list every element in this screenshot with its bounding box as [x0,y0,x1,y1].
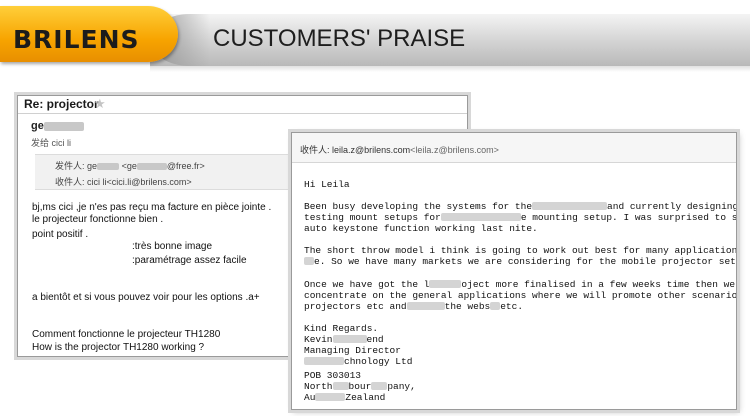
brand-logo-plate: BRILENS [0,6,178,62]
star-icon[interactable]: ★ [94,96,106,112]
redacted-block [97,163,120,171]
redacted-block [332,382,349,391]
signature-line: Kind Regards. [304,323,379,334]
body-line: testing mount setups for e mounting setup… [304,212,737,223]
header-banner: BRILENS CUSTOMERS' PRAISE [0,0,750,74]
redacted-block [315,393,346,402]
email-window-english: 收件人: leila.z@brilens.com<leila.z@brilens… [291,132,737,410]
signature-line: Au Zealand [304,392,386,403]
recipient-line: 收件人: leila.z@brilens.com<leila.z@brilens… [300,145,499,155]
body-line: point positif . [32,229,89,240]
signature-line: Managing Director [304,345,401,356]
body-line: Been busy developing the systems for the… [304,201,737,212]
redacted-block [429,280,462,289]
redacted-block [532,202,608,211]
email-subject-bar: Re: projector ★ [18,96,467,114]
body-line: bj,ms cici ,je n'es pas reçu ma facture … [32,202,272,213]
body-line: How is the projector TH1280 working ? [32,342,205,353]
brand-logo: BRILENS [13,25,140,54]
body-line: concentrate on the general applications … [304,290,737,301]
sent-to-line: 发给 cici li [31,138,71,148]
banner-shadow [150,66,750,72]
redacted-block [43,121,84,131]
redacted-block [304,357,344,366]
body-line: a bientôt et si vous pouvez voir pour le… [32,292,260,303]
body-line: Comment fonctionne le projecteur TH1280 [32,329,221,340]
redacted-block [332,335,367,344]
sender-name: ge [31,120,84,132]
redacted-block [304,257,314,266]
recipient-bar: 收件人: leila.z@brilens.com<leila.z@brilens… [292,133,736,163]
signature-line: Kevin end [304,334,384,345]
body-line: Once we have got the l oject more finalis… [304,279,737,290]
signature-line: POB 303013 [304,370,362,381]
to-line: 收件人: cici li<cici.li@brilens.com> [55,177,192,187]
greeting: Hi Leila [304,179,350,190]
redacted-block [371,382,388,391]
redacted-block [406,302,445,311]
body-line: :paramétrage assez facile [132,255,247,266]
page-title: CUSTOMERS' PRAISE [213,25,466,52]
body-line: e. So we have many markets we are consid… [304,256,736,267]
from-line: 发件人: ge <ge @free.fr> [55,161,205,171]
email-subject: Re: projector [24,97,99,111]
redacted-block [440,213,521,222]
redacted-block [136,163,167,171]
redacted-block [490,302,501,311]
body-line: auto keystone function working last nite… [304,223,538,234]
signature-line: North bour pany, [304,381,416,392]
body-line: The short throw model i think is going t… [304,245,737,256]
signature-line: chnology Ltd [304,356,412,367]
body-line: :très bonne image [132,241,213,252]
body-line: le projecteur fonctionne bien . [32,214,164,225]
body-line: projectors etc and the webs etc. [304,301,524,312]
